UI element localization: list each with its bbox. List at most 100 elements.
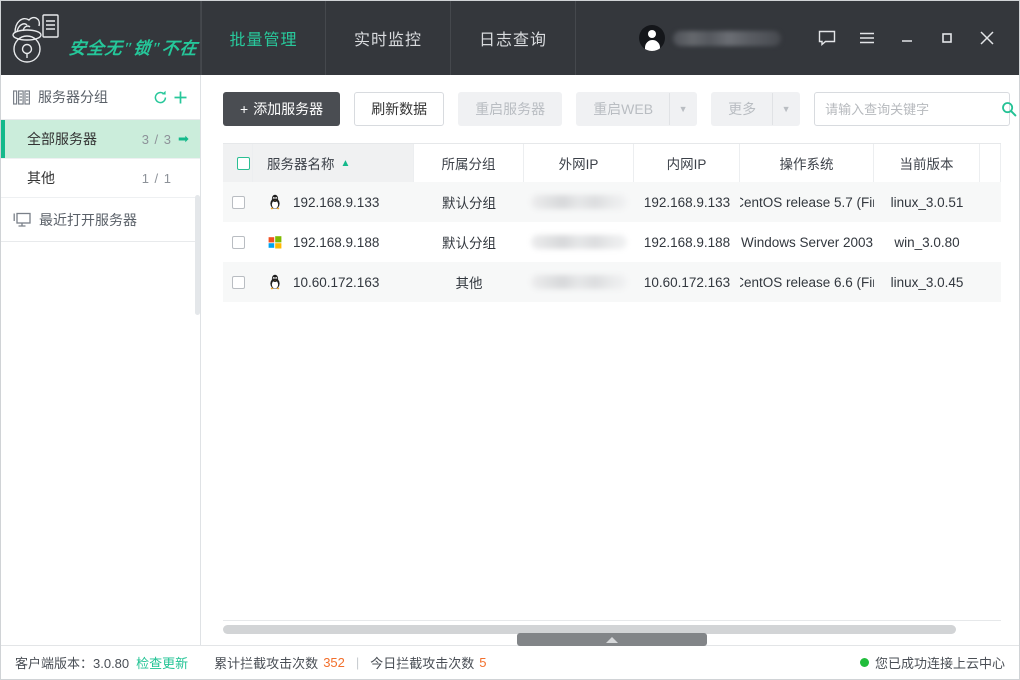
plus-icon[interactable] bbox=[170, 87, 190, 107]
message-icon[interactable] bbox=[807, 18, 847, 58]
external-ip-redacted bbox=[531, 195, 627, 209]
restart-server-button: 重启服务器 bbox=[458, 92, 562, 126]
cell-spacer bbox=[980, 222, 1001, 262]
connection-status: 您已成功连接上云中心 bbox=[860, 653, 1005, 672]
recent-servers-label: 最近打开服务器 bbox=[39, 210, 137, 230]
cell-server-name: 192.168.9.188 bbox=[253, 222, 414, 262]
column-header-server-name[interactable]: 服务器名称 ▲ bbox=[253, 144, 414, 182]
sidebar-item-all-servers[interactable]: 全部服务器 3 / 3 ➡ bbox=[1, 120, 200, 159]
restart-server-label: 重启服务器 bbox=[475, 99, 545, 119]
external-ip-redacted bbox=[531, 235, 627, 249]
sidebar-title: 服务器分组 bbox=[38, 87, 150, 107]
column-label: 当前版本 bbox=[900, 153, 954, 173]
column-header-version[interactable]: 当前版本 bbox=[874, 144, 980, 182]
sidebar-scrollbar[interactable] bbox=[195, 195, 200, 315]
search-input[interactable] bbox=[825, 102, 1001, 117]
footer-left: 客户端版本：3.0.80 检查更新 累计拦截攻击次数 352 | 今日拦截攻击次… bbox=[15, 653, 487, 672]
row-checkbox[interactable] bbox=[232, 236, 245, 249]
sidebar: 服务器分组 全部服务器 3 / 3 ➡ bbox=[1, 75, 201, 645]
logo-slogan: 安全无"锁"不在 bbox=[68, 34, 200, 59]
today-blocked-label: 今日拦截攻击次数 bbox=[370, 653, 474, 672]
cell-group: 其他 bbox=[414, 262, 524, 302]
cell-os: Windows Server 2003 bbox=[740, 222, 874, 262]
search-icon[interactable] bbox=[1001, 101, 1017, 117]
sidebar-item-recent-servers[interactable]: 最近打开服务器 bbox=[1, 198, 200, 242]
sidebar-item-other[interactable]: 其他 1 / 1 bbox=[1, 159, 200, 198]
cell-server-name: 192.168.9.133 bbox=[253, 182, 414, 222]
sidebar-header: 服务器分组 bbox=[1, 75, 200, 120]
connection-status-label: 您已成功连接上云中心 bbox=[875, 653, 1005, 672]
tab-batch-management[interactable]: 批量管理 bbox=[201, 1, 326, 75]
column-header-internal-ip[interactable]: 内网IP bbox=[634, 144, 740, 182]
cell-version: linux_3.0.51 bbox=[874, 182, 980, 222]
chevron-down-icon: ▼ bbox=[773, 93, 799, 125]
row-select-cell bbox=[223, 222, 253, 262]
footer-divider: | bbox=[356, 655, 359, 670]
sort-ascending-icon: ▲ bbox=[341, 158, 351, 169]
cell-external-ip bbox=[524, 262, 634, 302]
cell-group: 默认分组 bbox=[414, 222, 524, 262]
main-nav-tabs: 批量管理 实时监控 日志查询 bbox=[201, 1, 576, 75]
cell-version: win_3.0.80 bbox=[874, 222, 980, 262]
row-checkbox[interactable] bbox=[232, 276, 245, 289]
arrow-right-icon: ➡ bbox=[178, 131, 190, 147]
user-account[interactable] bbox=[639, 25, 781, 51]
server-name-text: 192.168.9.188 bbox=[293, 235, 379, 250]
column-label: 内网IP bbox=[667, 153, 707, 173]
window-controls-area bbox=[639, 1, 1019, 75]
search-box[interactable] bbox=[814, 92, 1010, 126]
select-all-cell bbox=[223, 144, 253, 182]
table-row[interactable]: 192.168.9.188 默认分组 192.168.9.188 Windows… bbox=[223, 222, 1001, 262]
title-bar: 安全无"锁"不在 批量管理 实时监控 日志查询 bbox=[1, 1, 1019, 75]
status-dot-icon bbox=[860, 658, 869, 667]
column-header-external-ip[interactable]: 外网IP bbox=[524, 144, 634, 182]
column-label: 所属分组 bbox=[442, 153, 496, 173]
row-checkbox[interactable] bbox=[232, 196, 245, 209]
close-icon[interactable] bbox=[967, 18, 1007, 58]
cell-server-name: 10.60.172.163 bbox=[253, 262, 414, 302]
table-row[interactable]: 192.168.9.133 默认分组 192.168.9.133 CentOS … bbox=[223, 182, 1001, 222]
column-header-group[interactable]: 所属分组 bbox=[414, 144, 524, 182]
client-version-label: 客户端版本：3.0.80 bbox=[15, 653, 129, 672]
plus-icon: + bbox=[240, 101, 248, 117]
tab-log-query[interactable]: 日志查询 bbox=[451, 1, 576, 75]
main-body: 服务器分组 全部服务器 3 / 3 ➡ bbox=[1, 75, 1019, 645]
table-row[interactable]: 10.60.172.163 其他 10.60.172.163 CentOS re… bbox=[223, 262, 1001, 302]
menu-icon[interactable] bbox=[847, 18, 887, 58]
column-label: 操作系统 bbox=[780, 153, 834, 173]
column-label: 服务器名称 bbox=[267, 153, 335, 173]
check-update-link[interactable]: 检查更新 bbox=[136, 653, 188, 672]
cell-group: 默认分组 bbox=[414, 182, 524, 222]
maximize-icon[interactable] bbox=[927, 18, 967, 58]
minimize-icon[interactable] bbox=[887, 18, 927, 58]
linux-tux-icon bbox=[267, 274, 283, 290]
more-button: 更多 ▼ bbox=[711, 92, 800, 126]
restart-web-button: 重启WEB ▼ bbox=[576, 92, 697, 126]
panel-collapse-handle[interactable] bbox=[517, 633, 707, 646]
cell-internal-ip: 192.168.9.188 bbox=[634, 222, 740, 262]
more-label: 更多 bbox=[712, 93, 773, 125]
server-rack-icon bbox=[13, 90, 30, 105]
select-all-checkbox[interactable] bbox=[237, 157, 250, 170]
group-count: 1 / 1 bbox=[142, 171, 172, 186]
refresh-icon[interactable] bbox=[150, 87, 170, 107]
windows-logo-icon bbox=[267, 234, 283, 250]
external-ip-redacted bbox=[531, 275, 627, 289]
lock-ornament-icon bbox=[3, 11, 65, 65]
restart-web-label: 重启WEB bbox=[577, 93, 670, 125]
refresh-data-button[interactable]: 刷新数据 bbox=[354, 92, 444, 126]
chevron-down-icon: ▼ bbox=[670, 93, 696, 125]
cell-external-ip bbox=[524, 182, 634, 222]
cell-version: linux_3.0.45 bbox=[874, 262, 980, 302]
application-window: 安全无"锁"不在 批量管理 实时监控 日志查询 bbox=[0, 0, 1020, 680]
row-select-cell bbox=[223, 262, 253, 302]
linux-tux-icon bbox=[267, 194, 283, 210]
tab-realtime-monitor[interactable]: 实时监控 bbox=[326, 1, 451, 75]
column-header-os[interactable]: 操作系统 bbox=[740, 144, 874, 182]
today-blocked-value: 5 bbox=[479, 655, 486, 670]
add-server-button[interactable]: + 添加服务器 bbox=[223, 92, 340, 126]
monitor-icon bbox=[13, 212, 31, 228]
cell-os: CentOS release 6.6 (Fin bbox=[740, 262, 874, 302]
column-header-spacer bbox=[980, 144, 1001, 182]
server-name-text: 10.60.172.163 bbox=[293, 275, 379, 290]
